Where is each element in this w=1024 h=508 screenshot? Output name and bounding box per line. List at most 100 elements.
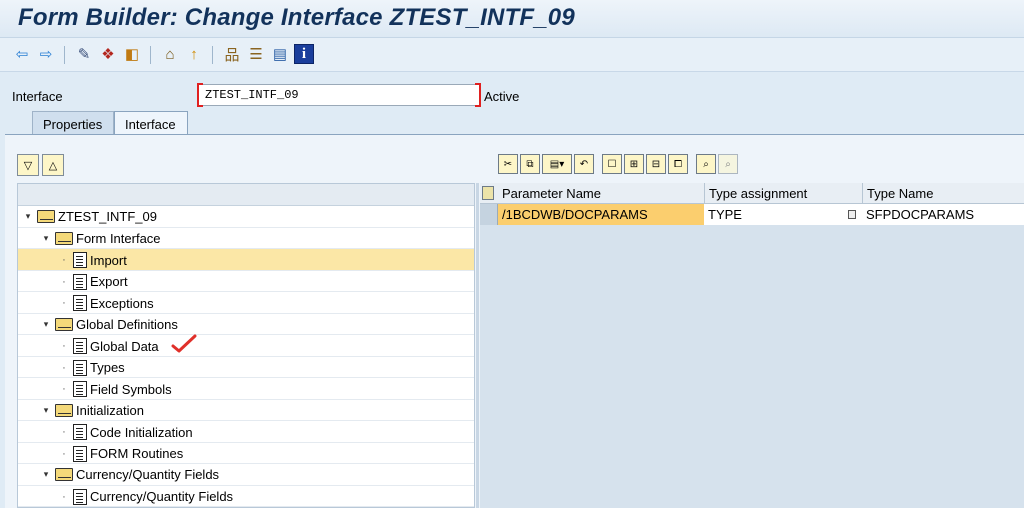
tree-node[interactable]: ▾ Currency/Quantity Fields <box>18 464 474 486</box>
delete-row-icon[interactable]: ⊟ <box>646 154 666 174</box>
tree-node[interactable]: · Global Data <box>18 335 474 357</box>
tree-node[interactable]: ▾ ZTEST_INTF_09 <box>18 206 474 228</box>
title-bar: Form Builder: Change Interface ZTEST_INT… <box>0 0 1024 38</box>
tree-node[interactable]: ▾ Initialization <box>18 400 474 421</box>
tree-node-label: Currency/Quantity Fields <box>90 489 234 504</box>
expand-toggle-icon[interactable]: ▾ <box>40 405 52 416</box>
document-icon <box>73 445 87 462</box>
tree-node[interactable]: · Types <box>18 357 474 378</box>
tree-node-label: Exceptions <box>90 295 154 311</box>
column-divider <box>704 183 705 204</box>
window-title: Form Builder: Change Interface ZTEST_INT… <box>18 4 575 31</box>
tree-node[interactable]: · Export <box>18 271 474 292</box>
toolbar-separator <box>150 46 151 64</box>
where-used-icon[interactable]: ⌂ <box>160 44 180 64</box>
pane-splitter[interactable] <box>476 183 479 508</box>
application-toolbar: ⇦ ⇨ ✎ ❖ ◧ ⌂ ↑ 品 ☰ ▤ i <box>0 38 1024 72</box>
tree-node-content: · Exceptions <box>58 295 154 311</box>
duplicate-row-icon[interactable]: ⧠ <box>668 154 688 174</box>
interface-status: Active <box>484 89 520 104</box>
tree-node[interactable]: ▾ Global Definitions <box>18 314 474 335</box>
insert-row-icon[interactable]: ☐ <box>602 154 622 174</box>
tree-node-label: Initialization <box>76 402 144 418</box>
folder-icon <box>55 231 73 245</box>
check-icon[interactable]: ❖ <box>98 44 118 64</box>
stack-icon[interactable]: ☰ <box>246 44 266 64</box>
collapse-all-icon[interactable]: △ <box>42 154 64 176</box>
tree-header <box>18 184 474 206</box>
table-row[interactable]: /1BCDWB/DOCPARAMS TYPE SFPDOCPARAMS <box>480 204 1024 225</box>
tree-node[interactable]: · Field Symbols <box>18 378 474 400</box>
layout-icon[interactable]: ▤ <box>270 44 290 64</box>
tree-node-content: · Export <box>58 273 128 290</box>
expand-toggle-icon[interactable]: ▾ <box>22 211 34 222</box>
expand-toggle-icon[interactable]: ▾ <box>40 319 52 330</box>
hierarchy-icon[interactable]: 品 <box>222 44 242 64</box>
tree-node-content: ▾ Currency/Quantity Fields <box>40 467 219 482</box>
leaf-marker-icon: · <box>62 254 66 266</box>
back-arrow-icon[interactable]: ⇦ <box>12 44 32 64</box>
expand-all-icon[interactable]: ▽ <box>17 154 39 176</box>
undo-icon[interactable]: ↶ <box>574 154 594 174</box>
leaf-marker-icon: · <box>62 340 66 352</box>
document-icon <box>73 381 87 397</box>
find-icon[interactable]: ⌕ <box>696 154 716 174</box>
column-header-parameter-name[interactable]: Parameter Name <box>502 186 601 201</box>
tab-properties[interactable]: Properties <box>32 111 114 135</box>
tab-interface[interactable]: Interface <box>114 111 188 135</box>
folder-icon <box>55 403 73 417</box>
tree-node-content: · FORM Routines <box>58 445 184 462</box>
document-icon <box>73 424 87 440</box>
type-assignment-value: TYPE <box>708 207 742 222</box>
tree-node-label: FORM Routines <box>90 446 184 461</box>
tree-node[interactable]: · Currency/Quantity Fields <box>18 486 474 507</box>
toolbar-separator <box>212 46 213 64</box>
info-marker-icon[interactable]: ↑ <box>184 44 204 64</box>
information-icon[interactable]: i <box>294 44 314 64</box>
value-help-icon[interactable] <box>848 210 856 219</box>
focus-bracket-right <box>475 83 481 107</box>
tree-node-label: Form Interface <box>76 230 161 246</box>
cut-icon[interactable]: ✂ <box>498 154 518 174</box>
cell-type-assignment[interactable]: TYPE <box>704 204 862 225</box>
display-change-icon[interactable]: ✎ <box>74 44 94 64</box>
tree-node[interactable]: · Exceptions <box>18 292 474 314</box>
activate-icon[interactable]: ◧ <box>122 44 142 64</box>
select-all-icon[interactable] <box>482 186 494 200</box>
leaf-marker-icon: · <box>62 426 66 438</box>
leaf-marker-icon: · <box>62 447 66 460</box>
interface-input[interactable]: ZTEST_INTF_09 <box>197 83 481 107</box>
paste-icon[interactable]: ▤▾ <box>542 154 572 174</box>
tree-node[interactable]: · Import <box>18 249 474 271</box>
document-icon <box>73 295 87 311</box>
expand-toggle-icon[interactable]: ▾ <box>40 233 52 244</box>
tree-node[interactable]: ▾ Form Interface <box>18 228 474 249</box>
interface-value: ZTEST_INTF_09 <box>205 88 299 102</box>
expand-toggle-icon[interactable]: ▾ <box>40 469 52 480</box>
toolbar-separator <box>64 46 65 64</box>
append-row-icon[interactable]: ⊞ <box>624 154 644 174</box>
interface-field-row: Interface ZTEST_INTF_09 Active <box>0 82 1024 110</box>
tree-node-label: Global Definitions <box>76 316 178 332</box>
forward-arrow-icon[interactable]: ⇨ <box>36 44 56 64</box>
row-selector[interactable] <box>480 204 498 225</box>
tree-node-content: · Global Data <box>58 338 159 354</box>
tree-node-label: Field Symbols <box>90 381 172 397</box>
tree-node-content: ▾ Form Interface <box>40 231 161 246</box>
tree-node[interactable]: · Code Initialization <box>18 421 474 443</box>
cell-parameter-name[interactable]: /1BCDWB/DOCPARAMS <box>498 204 704 225</box>
cell-type-name[interactable]: SFPDOCPARAMS <box>862 204 1024 225</box>
tree-node-content: · Currency/Quantity Fields <box>58 488 234 505</box>
tree-node[interactable]: · FORM Routines <box>18 443 474 464</box>
tree-node-label: Global Data <box>90 338 159 354</box>
document-icon <box>73 338 87 354</box>
interface-tree: ▾ ZTEST_INTF_09 ▾ Form Interface · Import · Exp… <box>17 183 475 508</box>
copy-icon[interactable]: ⧉ <box>520 154 540 174</box>
tree-node-label: Currency/Quantity Fields <box>76 467 220 482</box>
leaf-marker-icon: · <box>62 361 66 374</box>
find-next-icon[interactable]: ⌕ <box>718 154 738 174</box>
tree-node-label: ZTEST_INTF_09 <box>58 209 157 224</box>
column-header-type-name[interactable]: Type Name <box>867 186 933 201</box>
column-header-type-assignment[interactable]: Type assignment <box>709 186 807 201</box>
folder-icon <box>37 210 55 223</box>
